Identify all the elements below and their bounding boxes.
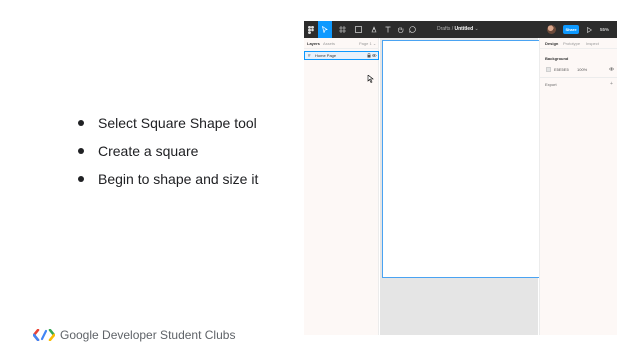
tab-layers[interactable]: Layers (307, 38, 320, 49)
layer-name: Home Page (315, 53, 337, 58)
add-export-button[interactable]: + (610, 81, 613, 87)
eye-icon[interactable] (609, 67, 614, 71)
comment-icon (408, 26, 416, 33)
right-panel-tabs: Design Prototype Inspect (540, 38, 617, 49)
tab-inspect[interactable]: Inspect (586, 38, 599, 49)
frame-tool-icon (338, 26, 346, 33)
file-name: Untitled (454, 26, 474, 32)
page-label: Page 1 (359, 41, 372, 46)
figma-logo-icon (307, 25, 314, 34)
shape-tool-button[interactable] (351, 21, 365, 38)
frame-tool-button[interactable] (335, 21, 349, 38)
text-tool-button[interactable] (383, 21, 393, 38)
export-label: Export (545, 82, 557, 87)
page-selector[interactable]: Page 1 ⌄ (359, 38, 376, 49)
lock-icon[interactable] (367, 53, 377, 58)
bullet-list: Select Square Shape tool Create a square… (76, 112, 296, 196)
shape-tool-icon (354, 26, 362, 33)
bullet-text: Create a square (98, 143, 199, 159)
tab-assets[interactable]: Assets (323, 38, 335, 49)
slide: Select Square Shape tool Create a square… (0, 0, 638, 359)
left-panel-tabs: Layers Assets Page 1 ⌄ (304, 38, 379, 49)
move-tool-button[interactable] (318, 21, 332, 38)
bullet-dot (78, 148, 84, 154)
canvas[interactable] (380, 38, 540, 335)
bg-color-swatch[interactable] (546, 67, 551, 72)
bullet-item: Select Square Shape tool (76, 112, 296, 140)
gdsc-brackets-icon (33, 329, 55, 341)
hand-tool-button[interactable] (395, 21, 405, 38)
bullet-text: Select Square Shape tool (98, 115, 257, 131)
comment-tool-button[interactable] (407, 21, 417, 38)
hand-tool-icon (397, 27, 403, 33)
present-button[interactable] (585, 21, 593, 38)
divider (540, 77, 617, 78)
tab-design[interactable]: Design (545, 38, 558, 49)
file-title[interactable]: Drafts / Untitled ⌄ (437, 21, 479, 38)
gdsc-logo: Google Developer Student Clubs (33, 327, 235, 343)
frame-icon: # (308, 53, 311, 58)
frame-home-page[interactable] (382, 40, 540, 278)
bg-color-value[interactable]: E5E5E5 (554, 66, 569, 73)
cursor-icon (367, 75, 374, 83)
chevron-down-icon: ⌄ (474, 26, 479, 32)
bullet-item: Create a square (76, 140, 296, 168)
figma-menu-button[interactable] (304, 21, 317, 38)
zoom-level[interactable]: 55% (600, 21, 609, 38)
play-icon (586, 26, 592, 33)
background-label: Background (545, 56, 569, 61)
bullet-item: Begin to shape and size it (76, 168, 296, 196)
bg-opacity-value[interactable]: 100% (577, 66, 587, 73)
logo-text: Google Developer Student Clubs (60, 328, 236, 342)
avatar[interactable] (547, 25, 556, 34)
left-panel: Layers Assets Page 1 ⌄ # Home Page (304, 38, 379, 335)
move-tool-icon (322, 26, 328, 33)
bullet-text: Begin to shape and size it (98, 171, 259, 187)
text-tool-icon (385, 26, 391, 33)
share-button[interactable]: Share (563, 25, 579, 34)
tab-prototype[interactable]: Prototype (563, 38, 580, 49)
figma-window: Drafts / Untitled ⌄ Share 55% Layers Ass… (304, 21, 617, 335)
bullet-dot (78, 176, 84, 182)
layer-row-home-page[interactable]: # Home Page (304, 51, 379, 60)
drafts-label: Drafts (437, 26, 451, 32)
pen-tool-button[interactable] (367, 21, 381, 38)
chevron-down-icon: ⌄ (372, 41, 377, 46)
figma-toolbar: Drafts / Untitled ⌄ Share 55% (304, 21, 617, 38)
bullet-dot (78, 120, 84, 126)
title-separator: / (451, 26, 454, 32)
pen-tool-icon (371, 26, 376, 33)
right-panel: Design Prototype Inspect Background E5E5… (539, 38, 617, 335)
